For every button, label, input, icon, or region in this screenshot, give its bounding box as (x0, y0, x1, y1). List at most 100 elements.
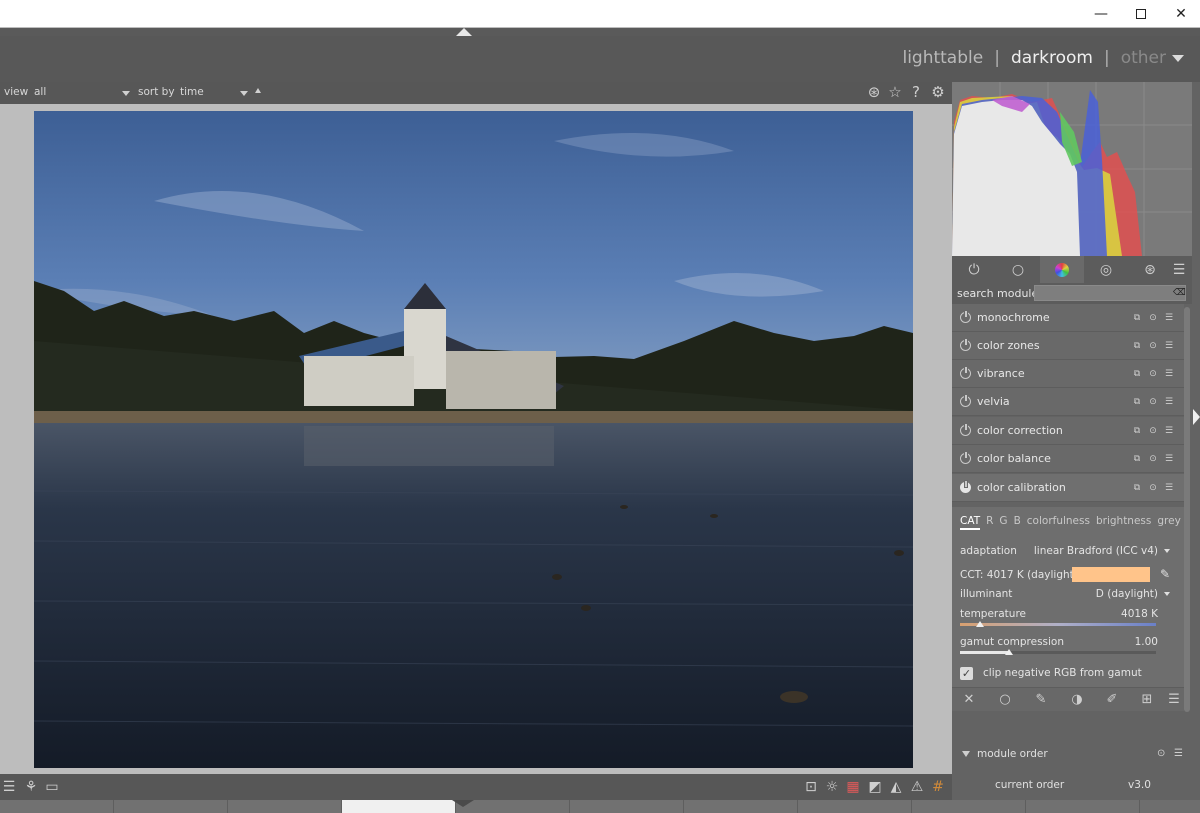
star-icon[interactable]: ☆ (886, 83, 904, 101)
temperature-handle[interactable] (975, 621, 984, 627)
image-canvas[interactable] (0, 104, 952, 774)
search-module-input[interactable] (1034, 285, 1186, 301)
gamut-track[interactable] (960, 651, 1156, 654)
maximize-button[interactable] (1121, 0, 1161, 28)
temperature-slider[interactable]: temperature 4018 K (960, 608, 1176, 632)
reset-icon[interactable]: ⊙ (1148, 397, 1158, 407)
reset-icon[interactable]: ⊙ (1148, 369, 1158, 379)
adaptation-select[interactable]: adaptation linear Bradford (ICC v4) (960, 545, 1176, 561)
illuminant-select[interactable]: illuminant D (daylight) (960, 588, 1176, 604)
tab-g[interactable]: G (999, 515, 1007, 530)
filmstrip-thumb[interactable] (228, 800, 342, 813)
gamut-handle[interactable] (1005, 649, 1013, 655)
view-filter-chevron-icon[interactable] (122, 91, 130, 96)
filmstrip-thumb-active[interactable] (342, 800, 456, 813)
parametric-mask-icon[interactable]: ◑ (1069, 692, 1085, 708)
reset-icon[interactable]: ⊙ (1148, 483, 1158, 493)
histogram[interactable] (952, 82, 1192, 256)
top-panel-toggle[interactable] (456, 28, 472, 36)
power-icon[interactable] (960, 480, 971, 493)
tab-color-modules[interactable] (1040, 256, 1084, 283)
bottom-panel-toggle[interactable] (452, 800, 474, 807)
tab-brightness[interactable]: brightness (1096, 515, 1151, 530)
presets-icon[interactable]: ☰ (1164, 454, 1174, 464)
right-panel-toggle[interactable] (1193, 409, 1200, 425)
sort-chevron-icon[interactable] (240, 91, 248, 96)
multi-instance-icon[interactable]: ⧉ (1132, 483, 1142, 493)
view-darkroom[interactable]: darkroom (1011, 48, 1093, 68)
power-icon[interactable] (960, 423, 971, 436)
photo-preview[interactable] (34, 111, 913, 768)
presets-icon[interactable]: ☰ (1174, 748, 1183, 759)
module-color-correction[interactable]: color correction ⧉ ⊙ ☰ (952, 417, 1184, 445)
raster-mask-icon[interactable]: ⊞ (1139, 692, 1155, 708)
gear-icon[interactable]: ⚙ (929, 83, 947, 101)
close-button[interactable]: ✕ (1161, 0, 1200, 28)
module-vibrance[interactable]: vibrance ⧉ ⊙ ☰ (952, 360, 1184, 388)
module-color-calibration[interactable]: color calibration ⧉ ⊙ ☰ (952, 474, 1184, 502)
clear-search-icon[interactable]: ⌫ (1173, 288, 1186, 298)
tab-r[interactable]: R (986, 515, 993, 530)
module-color-zones[interactable]: color zones ⧉ ⊙ ☰ (952, 332, 1184, 360)
presets-icon[interactable]: ☰ (1166, 692, 1182, 708)
sort-direction-icon[interactable] (255, 88, 261, 93)
filmstrip-thumb[interactable] (114, 800, 228, 813)
tab-grey[interactable]: grey (1157, 515, 1180, 530)
blend-off-icon[interactable]: ✕ (961, 692, 977, 708)
power-icon[interactable] (960, 338, 971, 351)
power-icon[interactable] (960, 394, 971, 407)
drawn-mask-icon[interactable]: ✎ (1033, 692, 1049, 708)
chevron-down-icon[interactable] (962, 751, 970, 757)
reset-icon[interactable]: ⊙ (1157, 748, 1165, 759)
reset-icon[interactable]: ⊙ (1148, 341, 1158, 351)
reset-icon[interactable]: ⊙ (1148, 313, 1158, 323)
drawn-parametric-mask-icon[interactable]: ✐ (1104, 692, 1120, 708)
view-lighttable[interactable]: lighttable (902, 48, 983, 68)
power-icon[interactable] (960, 451, 971, 464)
color-assessment-icon[interactable]: ▦ (844, 778, 862, 796)
power-icon[interactable] (960, 310, 971, 323)
presets-icon[interactable]: ☰ (1164, 341, 1174, 351)
multi-instance-icon[interactable]: ⧉ (1132, 454, 1142, 464)
grouping-icon[interactable]: ⊛ (865, 83, 883, 101)
multi-instance-icon[interactable]: ⧉ (1132, 426, 1142, 436)
filmstrip-thumb[interactable] (570, 800, 684, 813)
softproof-icon[interactable]: ◩ (866, 778, 884, 796)
presets-icon[interactable]: ☰ (1164, 369, 1174, 379)
presets-icon[interactable]: ☰ (1164, 483, 1174, 493)
presets-icon[interactable]: ☰ (1164, 397, 1174, 407)
warning-icon[interactable]: ⚠ (908, 778, 926, 796)
temperature-track[interactable] (960, 623, 1156, 626)
panel-scrollbar[interactable] (1184, 307, 1190, 712)
tab-active-modules[interactable]: ⏻ (952, 256, 996, 283)
tab-correct-modules[interactable]: ◎ (1084, 256, 1128, 283)
help-icon[interactable]: ? (907, 83, 925, 101)
filmstrip-thumb[interactable] (798, 800, 912, 813)
uniform-blend-icon[interactable]: ○ (997, 692, 1013, 708)
gamut-slider[interactable]: gamut compression 1.00 (960, 636, 1176, 660)
presets-icon[interactable]: ☰ (1164, 313, 1174, 323)
reset-icon[interactable]: ⊙ (1148, 454, 1158, 464)
tab-cat[interactable]: CAT (960, 515, 981, 530)
presets-icon[interactable]: ☰ (1164, 426, 1174, 436)
filmstrip-thumb[interactable] (0, 800, 114, 813)
multi-instance-icon[interactable]: ⧉ (1132, 369, 1142, 379)
guides-icon[interactable]: # (929, 778, 947, 796)
multi-instance-icon[interactable]: ⧉ (1132, 341, 1142, 351)
module-velvia[interactable]: velvia ⧉ ⊙ ☰ (952, 388, 1184, 416)
focus-peaking-icon[interactable]: ⊡ (802, 778, 820, 796)
sort-select[interactable]: time (180, 86, 204, 98)
tab-b[interactable]: B (1014, 515, 1021, 530)
clip-negative-checkbox[interactable]: ✓ (960, 667, 973, 680)
filmstrip-thumb[interactable] (1026, 800, 1140, 813)
multi-instance-icon[interactable]: ⧉ (1132, 313, 1142, 323)
tab-colorfulness[interactable]: colorfulness (1027, 515, 1090, 530)
filmstrip-thumb[interactable] (684, 800, 798, 813)
styles-icon[interactable]: ⚘ (22, 778, 40, 796)
bulb-icon[interactable]: ☼ (823, 778, 841, 796)
power-icon[interactable] (960, 366, 971, 379)
clip-negative-row[interactable]: ✓ clip negative RGB from gamut (960, 667, 1176, 683)
second-window-icon[interactable]: ▭ (43, 778, 61, 796)
tab-base-modules[interactable]: ○ (996, 256, 1040, 283)
module-monochrome[interactable]: monochrome ⧉ ⊙ ☰ (952, 304, 1184, 332)
